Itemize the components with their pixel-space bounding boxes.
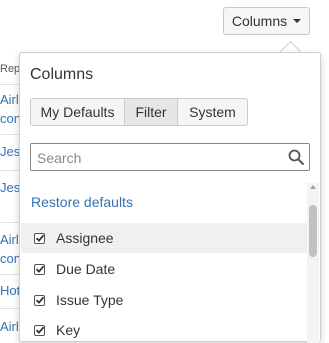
- background-link[interactable]: Airl: [0, 232, 19, 247]
- checkbox[interactable]: [34, 263, 45, 275]
- scrollbar-thumb[interactable]: [309, 205, 317, 257]
- scroll-up-icon[interactable]: [310, 185, 316, 189]
- background-link[interactable]: con: [0, 251, 21, 266]
- list-item-label: Key: [56, 322, 81, 338]
- search-icon[interactable]: [287, 148, 305, 166]
- checkbox[interactable]: [34, 324, 45, 336]
- list-item[interactable]: Issue Type: [21, 285, 307, 315]
- columns-button[interactable]: Columns: [223, 7, 310, 35]
- row-divider: [0, 308, 20, 309]
- columns-button-label: Columns: [231, 13, 288, 29]
- list-item-label: Issue Type: [56, 292, 124, 308]
- list-item[interactable]: Assignee: [21, 223, 307, 253]
- background-column-header: Rep: [0, 63, 21, 75]
- row-divider: [0, 134, 20, 135]
- row-divider: [0, 170, 20, 171]
- row-divider: [0, 84, 20, 85]
- check-icon: [35, 296, 45, 304]
- background-link[interactable]: Jes: [0, 180, 20, 195]
- list-item-label: Due Date: [56, 261, 116, 277]
- check-icon: [35, 265, 45, 273]
- background-link[interactable]: con: [0, 111, 21, 126]
- background-link[interactable]: Airl: [0, 92, 19, 107]
- checkbox[interactable]: [34, 294, 45, 306]
- tab-my-defaults[interactable]: My Defaults: [30, 98, 125, 126]
- list-item[interactable]: Key: [21, 315, 307, 343]
- search-input[interactable]: [35, 146, 284, 170]
- row-divider: [0, 274, 20, 275]
- restore-defaults-link[interactable]: Restore defaults: [31, 194, 133, 210]
- check-icon: [35, 234, 45, 242]
- column-config-tabs: My Defaults Filter System: [30, 98, 248, 126]
- chevron-down-icon: [293, 19, 302, 23]
- list-item[interactable]: Due Date: [21, 254, 307, 284]
- dropdown-title: Columns: [30, 66, 94, 83]
- tab-system[interactable]: System: [178, 98, 248, 126]
- background-link[interactable]: Airl: [0, 319, 19, 334]
- background-link[interactable]: Jes: [0, 144, 20, 159]
- check-icon: [35, 326, 45, 334]
- list-scrollbar[interactable]: [307, 183, 319, 343]
- column-list: Restore defaults Assignee Due Date Issue…: [21, 179, 307, 343]
- checkbox[interactable]: [34, 232, 45, 244]
- background-link[interactable]: Hot: [0, 283, 20, 298]
- row-divider: [0, 222, 20, 223]
- search-field: [30, 143, 310, 171]
- tab-filter[interactable]: Filter: [125, 98, 178, 126]
- columns-dropdown: Columns My Defaults Filter System Restor…: [19, 52, 321, 343]
- list-item-label: Assignee: [56, 230, 114, 246]
